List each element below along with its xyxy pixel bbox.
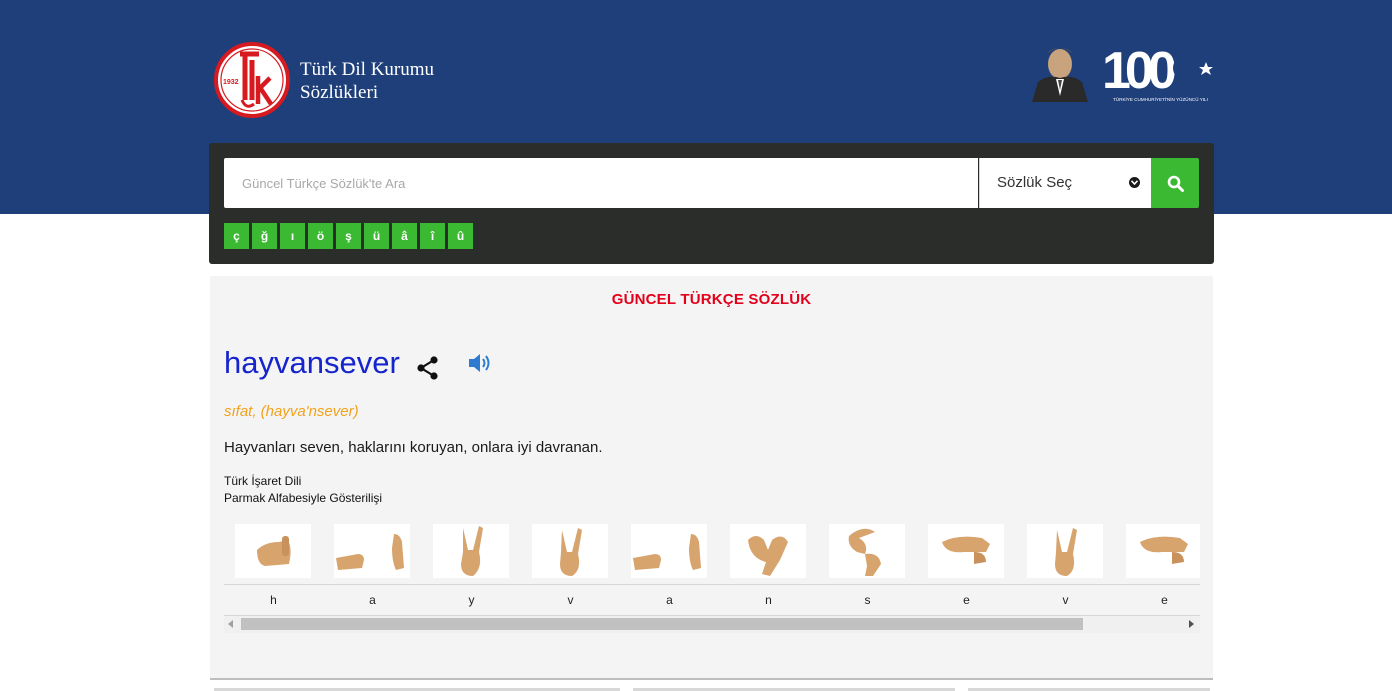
brand-line-1: Türk Dil Kurumu (300, 59, 435, 80)
horizontal-scrollbar[interactable] (224, 616, 1200, 633)
char-key-dotless-i[interactable]: ı (280, 223, 305, 249)
sign-cell: a (620, 520, 719, 616)
sign-letter: y (468, 593, 475, 607)
brand-name[interactable]: Türk Dil Kurumu Sözlükleri (300, 58, 434, 104)
hand-sign-image (928, 524, 1004, 578)
char-key-a-circumflex[interactable]: â (392, 223, 417, 249)
hand-sign-image (235, 524, 311, 578)
sign-letter: a (666, 593, 673, 607)
hand-sign-image (433, 524, 509, 578)
sign-language-subtitle: Parmak Alfabesiyle Gösterilişi (224, 491, 383, 505)
svg-text:1932: 1932 (223, 79, 239, 86)
scroll-right-arrow-icon[interactable] (1189, 620, 1194, 628)
hand-sign-image (532, 524, 608, 578)
part-of-speech: sıfat, (hayva'nsever) (224, 403, 359, 420)
sign-cell: e (917, 520, 1016, 616)
sign-letter: h (270, 593, 277, 607)
share-icon[interactable] (415, 355, 441, 381)
tdk-logo[interactable]: 1932 (214, 42, 290, 118)
dictionary-select[interactable]: Sözlük Seç (979, 158, 1151, 208)
sign-cell: s (818, 520, 917, 616)
hand-sign-image (829, 524, 905, 578)
sign-cell: v (1016, 520, 1115, 616)
char-key-s-cedilla[interactable]: ş (336, 223, 361, 249)
char-key-c-cedilla[interactable]: ç (224, 223, 249, 249)
special-char-keys: ç ğ ı ö ş ü â î û (224, 223, 473, 249)
sign-cell: v (521, 520, 620, 616)
char-key-u-umlaut[interactable]: ü (364, 223, 389, 249)
svg-text:TÜRKİYE CUMHURİYETİ'NİN YÜZÜNC: TÜRKİYE CUMHURİYETİ'NİN YÜZÜNCÜ YILI (1113, 96, 1208, 102)
search-input[interactable] (224, 158, 978, 208)
sign-letter: v (567, 593, 574, 607)
sign-cell: y (422, 520, 521, 616)
sign-cell: n (719, 520, 818, 616)
result-card-border (210, 678, 1213, 680)
sign-letter: s (864, 593, 871, 607)
ataturk-portrait (1028, 40, 1090, 102)
hand-sign-image (334, 524, 410, 578)
sign-language-heading: Türk İşaret Dili Parmak Alfabesiyle Göst… (224, 473, 382, 507)
char-key-o-umlaut[interactable]: ö (308, 223, 333, 249)
fingerspelling-strip: h a y v a n s e v e (224, 520, 1200, 616)
search-button[interactable] (1151, 158, 1199, 208)
sign-letter: e (1161, 593, 1168, 607)
sign-letter: n (765, 593, 772, 607)
sign-language-title: Türk İşaret Dili (224, 474, 302, 488)
search-icon (1167, 175, 1184, 192)
hand-sign-image (1126, 524, 1200, 578)
strip-divider (224, 584, 1200, 585)
scroll-left-arrow-icon[interactable] (228, 620, 233, 628)
hand-sign-image (631, 524, 707, 578)
sign-cell: a (323, 520, 422, 616)
hand-sign-image (730, 524, 806, 578)
sign-letter: e (963, 593, 970, 607)
dictionary-select-label: Sözlük Seç (997, 174, 1073, 191)
chevron-down-icon (1129, 177, 1140, 188)
speaker-icon[interactable] (468, 352, 494, 374)
scrollbar-thumb[interactable] (241, 618, 1083, 630)
hand-sign-image (1027, 524, 1103, 578)
meaning: Hayvanları seven, haklarını koruyan, onl… (224, 439, 603, 456)
sign-cell: e (1115, 520, 1200, 616)
brand-line-2: Sözlükleri (300, 82, 379, 103)
sign-letter: v (1062, 593, 1069, 607)
centennial-logo: 100 TÜRKİYE CUMHURİYETİ'NİN YÜZÜNCÜ YILI (1102, 42, 1213, 102)
svg-text:100: 100 (1102, 42, 1175, 100)
headword: hayvansever (224, 345, 400, 380)
sign-cell: h (224, 520, 323, 616)
char-key-g-breve[interactable]: ğ (252, 223, 277, 249)
dictionary-title: GÜNCEL TÜRKÇE SÖZLÜK (611, 291, 812, 308)
char-key-i-circumflex[interactable]: î (420, 223, 445, 249)
char-key-u-circumflex[interactable]: û (448, 223, 473, 249)
sign-letter: a (369, 593, 376, 607)
